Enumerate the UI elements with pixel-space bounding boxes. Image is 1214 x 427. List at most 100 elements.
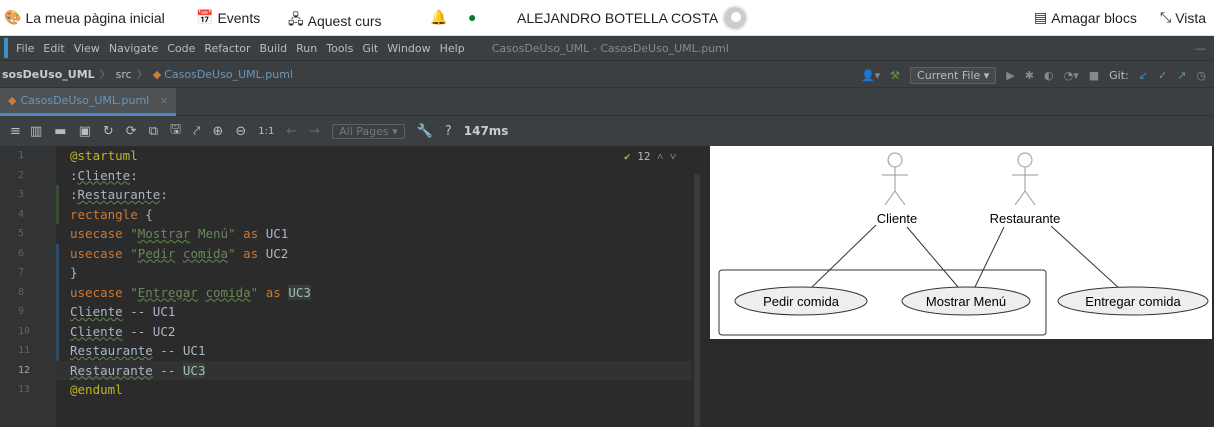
breadcrumb-separator-icon: 〉 xyxy=(136,68,148,81)
avatar xyxy=(722,5,749,31)
code-editor[interactable]: @startuml :Cliente: :Restaurante: rectan… xyxy=(56,146,696,427)
window-title: CasosDeUso_UML - CasosDeUso_UML.puml xyxy=(491,41,729,55)
debug-icon[interactable]: ✱ xyxy=(1025,69,1034,82)
home-link[interactable]: 🎨 La meua pàgina inicial xyxy=(4,9,165,26)
notifications-button[interactable]: 🔔 xyxy=(430,9,447,26)
menu-run[interactable]: Run xyxy=(296,42,317,55)
menu-edit[interactable]: Edit xyxy=(43,42,64,55)
menu-file[interactable]: File xyxy=(16,42,34,55)
refresh-icon[interactable]: ↻ xyxy=(103,124,114,139)
copy-icon[interactable]: ⧉ xyxy=(149,124,158,139)
use-case-diagram: Cliente Restaurante Pedir comida Mostrar… xyxy=(718,152,1209,336)
code-token: UC3 xyxy=(182,362,206,378)
breadcrumb-folder[interactable]: src xyxy=(116,68,132,81)
code-line: usecase "Pedir comida" as UC2 xyxy=(56,244,696,264)
usecase-label: Pedir comida xyxy=(763,294,840,309)
user-icon[interactable]: 👤▾ xyxy=(861,69,880,82)
menu-tools[interactable]: Tools xyxy=(326,42,353,55)
run-config-select[interactable]: Current File ▾ xyxy=(910,66,997,84)
tab-casosdeuso[interactable]: ◆ CasosDeUso_UML.puml × xyxy=(0,88,177,116)
browser-top-bar: 🎨 La meua pàgina inicial 📅 Events 🖧 Aque… xyxy=(0,0,1214,36)
code-token: -- UC2 xyxy=(122,323,176,339)
menu-help[interactable]: Help xyxy=(440,42,465,55)
line-number: 11 xyxy=(18,345,31,356)
git-push-icon[interactable]: ↗ xyxy=(1177,69,1186,82)
user-menu[interactable]: ALEJANDRO BOTELLA COSTA xyxy=(517,5,749,31)
ide-logo xyxy=(4,38,8,58)
menu-git[interactable]: Git xyxy=(362,42,378,55)
close-icon[interactable]: × xyxy=(159,94,168,107)
actor-cliente xyxy=(882,152,908,206)
view-button[interactable]: ⤡ Vista xyxy=(1160,9,1206,26)
code-token: Restaurante xyxy=(70,362,153,378)
zoom-in-icon[interactable]: ⊕ xyxy=(212,124,223,139)
line-number: 12 xyxy=(18,364,31,376)
code-token: comida xyxy=(205,284,251,300)
page-select[interactable]: All Pages ▾ xyxy=(332,123,405,139)
messages-button[interactable]: ● xyxy=(468,9,476,25)
menu-navigate[interactable]: Navigate xyxy=(109,42,158,55)
git-label: Git: xyxy=(1109,68,1129,82)
line-number-gutter: 1 2 3 4 5 6 7 8 9 10 11 12 13 xyxy=(0,146,56,427)
breadcrumb-project[interactable]: sosDeUso_UML xyxy=(2,68,95,81)
code-token: Mostrar xyxy=(137,226,191,241)
code-token: Menú" xyxy=(190,226,236,241)
run-icon[interactable]: ▶ xyxy=(1006,69,1014,82)
code-token: @startuml xyxy=(70,148,138,163)
minimize-icon[interactable]: — xyxy=(1195,42,1206,55)
plantuml-toolbar: ≡ ▥ ▬ ▣ ↻ ⟳ ⧉ 🖫 ⤤ ⊕ ⊖ 1:1 ← → All Pages … xyxy=(0,116,1214,146)
chevron-down-icon[interactable]: ˅ xyxy=(670,150,676,163)
line-number: 6 xyxy=(18,247,25,259)
menu-code[interactable]: Code xyxy=(167,42,195,55)
actual-size-button[interactable]: 1:1 xyxy=(258,126,274,137)
next-page-icon[interactable]: → xyxy=(309,124,320,139)
coverage-icon[interactable]: ◐ xyxy=(1044,69,1054,82)
open-external-icon[interactable]: ⤤ xyxy=(193,124,200,139)
settings-wrench-icon[interactable]: 🔧 xyxy=(417,124,433,139)
code-token: Restaurante xyxy=(77,187,161,202)
zoom-out-icon[interactable]: ⊖ xyxy=(235,124,246,139)
file-type-icon: ◆ xyxy=(8,94,17,107)
stop-icon[interactable]: ■ xyxy=(1089,69,1099,82)
code-line: Restaurante -- UC1 xyxy=(56,341,696,361)
events-link[interactable]: 📅 Events xyxy=(196,9,260,26)
menu-view[interactable]: View xyxy=(74,42,100,55)
breadcrumb-file[interactable]: CasosDeUso_UML.puml xyxy=(164,68,293,81)
history-icon[interactable]: ◷ xyxy=(1196,69,1206,82)
code-token: as xyxy=(243,226,259,241)
preview-only-icon[interactable]: ▬ xyxy=(54,124,66,139)
chevron-up-icon[interactable]: ˄ xyxy=(657,150,663,163)
menu-refactor[interactable]: Refactor xyxy=(204,42,250,55)
actor-restaurante xyxy=(1012,152,1038,206)
course-label: Aquest curs xyxy=(307,13,382,29)
code-token: Pedir xyxy=(137,245,176,261)
profile-icon[interactable]: ◔▾ xyxy=(1064,69,1079,82)
scrollbar-thumb[interactable] xyxy=(694,174,700,427)
breadcrumb-separator-icon: 〉 xyxy=(99,68,111,81)
reload-icon[interactable]: ⟳ xyxy=(126,124,137,139)
code-token: Cliente xyxy=(70,304,123,319)
help-button[interactable]: ? xyxy=(445,124,452,139)
prev-page-icon[interactable]: ← xyxy=(286,124,297,139)
image-icon[interactable]: ▣ xyxy=(79,124,91,139)
run-config-label: Current File xyxy=(917,68,981,82)
build-hammer-icon[interactable]: ⚒ xyxy=(890,69,900,82)
page-select-label: All Pages xyxy=(339,124,389,138)
code-token: " xyxy=(228,245,236,261)
inspection-widget[interactable]: ✔ 12 ˄ ˅ xyxy=(624,150,676,163)
save-icon[interactable]: 🖫 xyxy=(170,120,181,142)
git-update-icon[interactable]: ↙ xyxy=(1139,69,1148,82)
menu-build[interactable]: Build xyxy=(260,42,288,55)
hide-blocks-button[interactable]: ▤ Amagar blocs xyxy=(1034,9,1137,26)
diagram-canvas: Cliente Restaurante Pedir comida Mostrar… xyxy=(710,146,1212,339)
split-view-icon[interactable]: ▥ xyxy=(30,124,42,139)
git-commit-icon[interactable]: ✓ xyxy=(1158,69,1167,82)
editor-only-icon[interactable]: ≡ xyxy=(10,124,21,139)
code-token: comida xyxy=(182,245,229,261)
course-link[interactable]: 🖧 Aquest curs xyxy=(288,9,382,33)
events-label: Events xyxy=(217,9,261,26)
menu-window[interactable]: Window xyxy=(387,42,430,55)
code-token: : xyxy=(130,167,138,183)
editor-scrollbar[interactable] xyxy=(692,146,704,427)
